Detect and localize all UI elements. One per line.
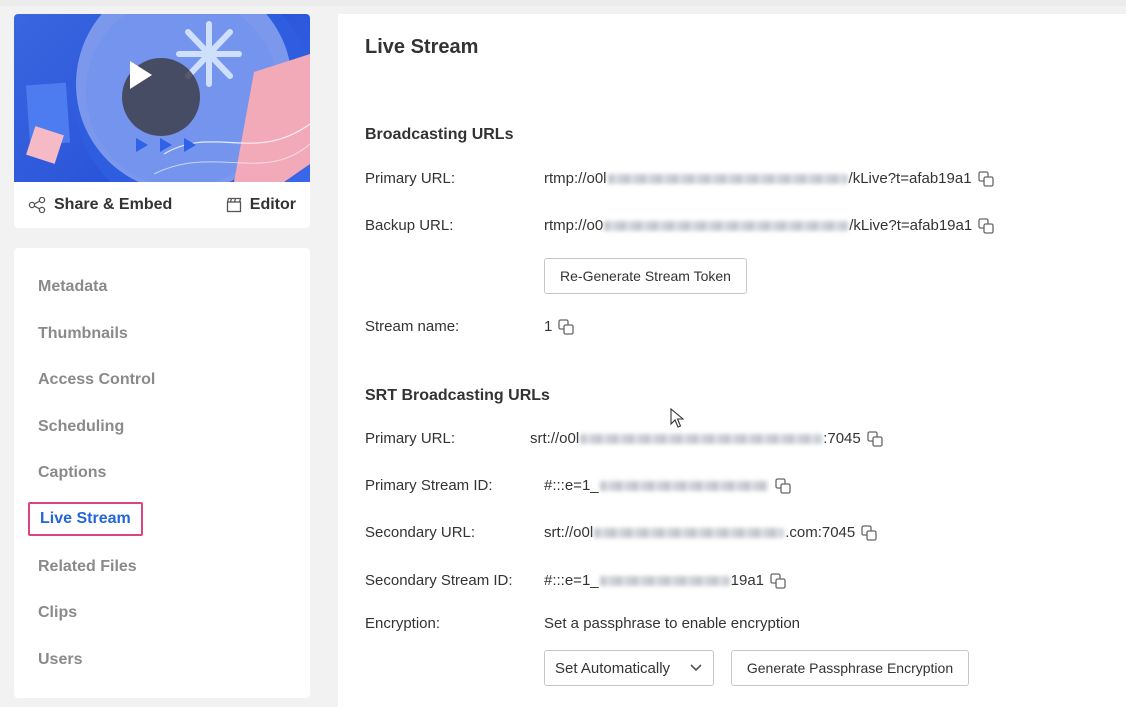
srt-secondary-stream-id-label: Secondary Stream ID: bbox=[365, 572, 513, 589]
primary-url-prefix: rtmp://o0l bbox=[544, 170, 607, 187]
primary-url-value: rtmp://o0l /kLive?t=afab19a1 bbox=[544, 170, 994, 187]
copy-icon[interactable] bbox=[978, 217, 994, 234]
srt-secondary-url-suffix: .com:7045 bbox=[785, 524, 856, 541]
encryption-hint: Set a passphrase to enable encryption bbox=[544, 615, 801, 632]
copy-icon[interactable] bbox=[861, 524, 877, 541]
editor-button[interactable]: Editor bbox=[226, 196, 296, 214]
broadcasting-urls-heading: Broadcasting URLs bbox=[365, 126, 514, 143]
encryption-label: Encryption: bbox=[365, 615, 441, 632]
primary-url-label: Primary URL: bbox=[365, 170, 456, 187]
backup-url-value: rtmp://o0 /kLive?t=afab19a1 bbox=[544, 217, 994, 234]
sidebar-item-access-control[interactable]: Access Control bbox=[38, 371, 155, 389]
sidebar-item-thumbnails[interactable]: Thumbnails bbox=[38, 325, 128, 343]
play-icon bbox=[130, 61, 152, 89]
srt-broadcasting-urls-heading: SRT Broadcasting URLs bbox=[365, 387, 550, 404]
copy-icon[interactable] bbox=[867, 430, 883, 447]
srt-primary-stream-id-prefix: #:::e=1_ bbox=[544, 477, 599, 494]
redacted-text bbox=[599, 480, 768, 491]
mouse-pointer-icon bbox=[670, 407, 685, 433]
share-embed-label: Share & Embed bbox=[54, 196, 173, 213]
srt-primary-stream-id-label: Primary Stream ID: bbox=[365, 477, 493, 494]
live-stream-panel: Live Stream Broadcasting URLs Primary UR… bbox=[338, 14, 1126, 707]
share-icon bbox=[28, 197, 46, 213]
srt-secondary-stream-id-prefix: #:::e=1_ bbox=[544, 572, 599, 589]
redacted-text bbox=[604, 220, 849, 231]
stream-name-label: Stream name: bbox=[365, 318, 460, 335]
page-title: Live Stream bbox=[365, 36, 479, 58]
top-strip bbox=[0, 0, 1126, 6]
srt-primary-url-suffix: :7045 bbox=[823, 430, 861, 447]
redacted-text bbox=[599, 575, 730, 586]
player-card: Share & Embed Editor bbox=[14, 14, 310, 228]
chevron-down-icon bbox=[690, 664, 702, 672]
share-embed-button[interactable]: Share & Embed bbox=[28, 196, 172, 214]
srt-secondary-url-label: Secondary URL: bbox=[365, 524, 476, 541]
encryption-mode-select[interactable]: Set Automatically bbox=[544, 650, 714, 686]
editor-icon bbox=[226, 197, 242, 213]
stream-name-text: 1 bbox=[544, 318, 553, 335]
stream-name-value: 1 bbox=[544, 318, 574, 335]
editor-label: Editor bbox=[249, 196, 296, 213]
copy-icon[interactable] bbox=[770, 572, 786, 589]
backup-url-prefix: rtmp://o0 bbox=[544, 217, 604, 234]
srt-primary-url-prefix: srt://o0l bbox=[530, 430, 580, 447]
generate-passphrase-button[interactable]: Generate Passphrase Encryption bbox=[731, 650, 969, 686]
video-thumbnail[interactable] bbox=[14, 14, 310, 182]
copy-icon[interactable] bbox=[558, 318, 574, 335]
srt-secondary-stream-id-value: #:::e=1_ 19a1 bbox=[544, 572, 786, 589]
encryption-mode-value: Set Automatically bbox=[555, 659, 671, 677]
sidebar-item-metadata[interactable]: Metadata bbox=[38, 278, 107, 296]
primary-url-suffix: /kLive?t=afab19a1 bbox=[848, 170, 972, 187]
backup-url-suffix: /kLive?t=afab19a1 bbox=[849, 217, 973, 234]
backup-url-label: Backup URL: bbox=[365, 217, 454, 234]
srt-primary-stream-id-value: #:::e=1_ bbox=[544, 477, 791, 494]
copy-icon[interactable] bbox=[977, 170, 994, 187]
redacted-text bbox=[607, 173, 848, 184]
copy-icon[interactable] bbox=[774, 477, 791, 494]
play-button[interactable] bbox=[122, 58, 200, 136]
redacted-text bbox=[580, 433, 823, 444]
sidebar-item-scheduling[interactable]: Scheduling bbox=[38, 418, 124, 436]
sidebar-nav: Metadata Thumbnails Access Control Sched… bbox=[14, 248, 310, 698]
sidebar-item-live-stream[interactable]: Live Stream bbox=[28, 502, 143, 536]
sidebar-item-users[interactable]: Users bbox=[38, 651, 82, 669]
sidebar-item-captions[interactable]: Captions bbox=[38, 464, 106, 482]
srt-primary-url-label: Primary URL: bbox=[365, 430, 456, 447]
redacted-text bbox=[594, 527, 785, 538]
srt-secondary-url-prefix: srt://o0l bbox=[544, 524, 594, 541]
sidebar-item-clips[interactable]: Clips bbox=[38, 604, 77, 622]
regenerate-stream-token-button[interactable]: Re-Generate Stream Token bbox=[544, 258, 747, 294]
srt-secondary-url-value: srt://o0l .com:7045 bbox=[544, 524, 877, 541]
sidebar-item-related-files[interactable]: Related Files bbox=[38, 558, 137, 576]
srt-primary-url-value: srt://o0l :7045 bbox=[530, 430, 883, 447]
srt-secondary-stream-id-suffix: 19a1 bbox=[730, 572, 765, 589]
